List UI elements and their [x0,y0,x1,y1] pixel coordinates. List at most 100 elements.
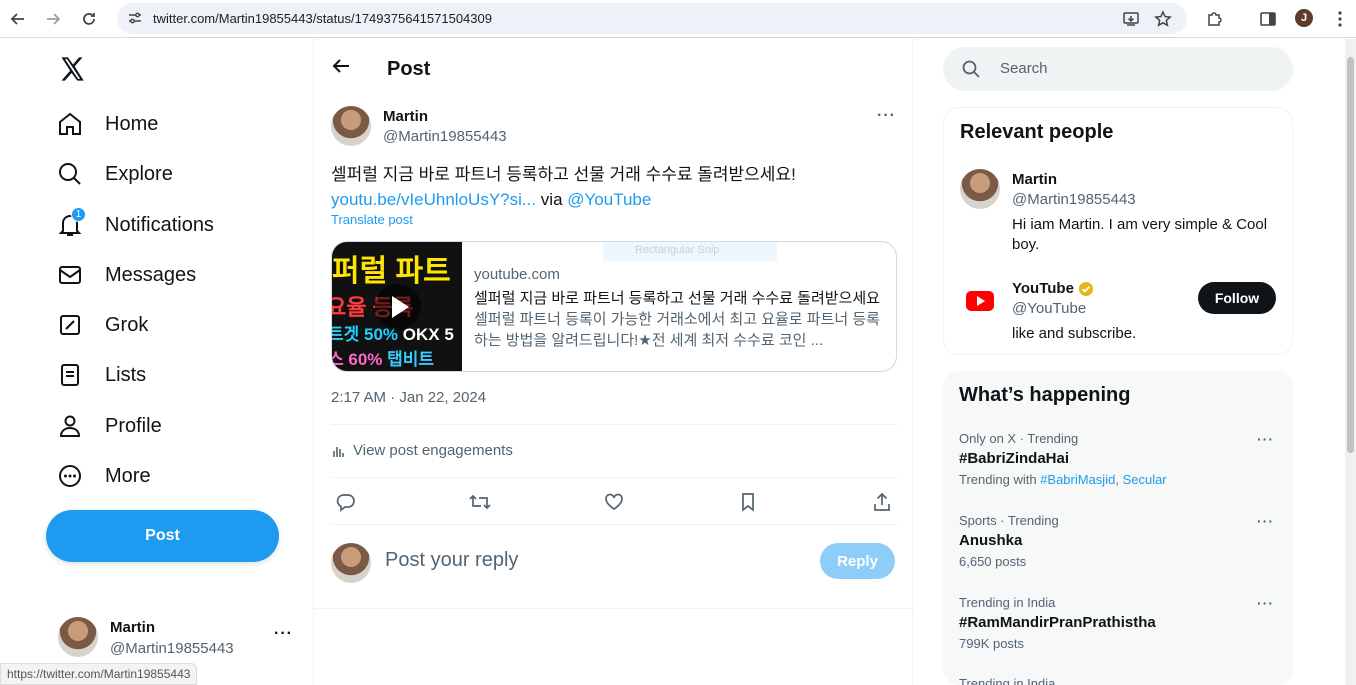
sidebar-item-label: Messages [105,263,197,286]
trend-title: #RamMandirPranPrathistha [959,614,1156,631]
divider [331,524,897,525]
trend-context: Trending in India [959,595,1056,610]
follow-button[interactable]: Follow [1198,282,1276,314]
trend-item[interactable]: Trending in India #RamMandirPranPrathist… [959,595,1279,651]
repost-icon[interactable] [467,489,493,515]
trend-link[interactable]: #BabriMasjid [1040,472,1115,487]
person-name: YouTube [1012,280,1074,297]
sidebar-item-messages[interactable]: Messages [57,257,196,293]
snip-overlay: Rectangular Snip [603,241,777,261]
post-text: 셀퍼럴 지금 바로 파트너 등록하고 선물 거래 수수료 돌려받으세요! you… [331,162,891,212]
translate-link[interactable]: Translate post [331,212,413,227]
bookmark-icon[interactable] [735,489,761,515]
left-sidebar: Home Explore 1 Notifications Messages Gr… [0,39,313,685]
sidebar-item-label: Explore [105,162,173,185]
sidebar-item-label: Home [105,112,159,135]
browser-profile-avatar[interactable]: J [1295,9,1313,27]
card-description: 셀퍼럴 파트너 등록이 가능한 거래소에서 최고 요율로 파트너 등록하는 방법… [474,311,880,349]
notification-badge: 1 [71,207,86,222]
divider [331,424,897,425]
reply-button[interactable]: Reply [820,543,895,579]
site-info-icon[interactable] [127,10,143,26]
person-handle: @YouTube [1012,300,1087,317]
trend-context: Sports · Trending [959,513,1059,528]
panel-title: Relevant people [960,121,1114,143]
play-icon[interactable] [375,284,421,330]
right-sidebar: Search Relevant people Martin @Martin198… [913,39,1345,685]
like-heart-icon[interactable] [601,489,627,515]
url-text: twitter.com/Martin19855443/status/174937… [153,11,492,26]
post-button[interactable]: Post [46,510,279,562]
search-icon [962,60,980,78]
sidebar-item-home[interactable]: Home [57,106,158,142]
post-body: 셀퍼럴 지금 바로 파트너 등록하고 선물 거래 수수료 돌려받으세요! [331,165,796,184]
back-arrow-icon[interactable] [5,6,31,32]
more-circle-icon [57,463,83,489]
post-timestamp[interactable]: 2:17 AM · Jan 22, 2024 [331,389,486,406]
author-name[interactable]: Martin [383,108,428,125]
search-icon [57,161,83,187]
trend-subtitle: 799K posts [959,636,1025,651]
address-bar[interactable]: twitter.com/Martin19855443/status/174937… [117,3,1187,34]
reply-input[interactable]: Post your reply [385,549,518,572]
trend-more-icon[interactable]: ··· [1257,431,1274,447]
mention-link[interactable]: @YouTube [567,190,651,209]
divider [314,608,914,609]
youtube-logo-icon [960,281,1000,321]
trend-item[interactable]: Sports · Trending Anushka 6,650 posts ··… [959,513,1279,569]
sidebar-item-more[interactable]: More [57,458,151,494]
post-link[interactable]: youtu.be/vIeUhnloUsY?si... [331,190,536,209]
person-name: Martin [1012,171,1057,188]
browser-menu-icon[interactable] [1327,6,1353,32]
status-bar-url: https://twitter.com/Martin19855443 [0,663,198,685]
page-title: Post [387,58,431,80]
trend-item[interactable]: Trending in India [959,676,1279,685]
account-more-icon[interactable]: ··· [274,625,293,643]
sidebar-item-label: Grok [105,313,149,336]
trend-more-icon[interactable]: ··· [1257,513,1274,529]
sidebar-item-notifications[interactable]: 1 Notifications [57,207,214,243]
sidebar-item-label: Profile [105,414,162,437]
extensions-puzzle-icon[interactable] [1202,6,1228,32]
avatar [960,169,1000,209]
bell-icon: 1 [57,207,86,238]
trend-title: #BabriZindaHai [959,450,1070,467]
avatar[interactable] [331,106,371,146]
sidebar-item-grok[interactable]: Grok [57,307,148,343]
trend-more-icon[interactable]: ··· [1257,595,1274,611]
install-app-icon[interactable] [1122,10,1140,28]
view-engagements-link[interactable]: View post engagements [331,442,513,459]
twitter-page: Home Explore 1 Notifications Messages Gr… [0,39,1345,685]
search-placeholder: Search [1000,60,1048,77]
share-icon[interactable] [869,489,895,515]
search-input[interactable]: Search [943,47,1293,91]
back-arrow-icon[interactable] [331,56,351,76]
person-bio: like and subscribe. [1012,325,1137,342]
page-scrollbar[interactable] [1345,39,1356,685]
panel-title: What’s happening [959,384,1131,406]
thumbnail-text: 스 60% 탭비트 [332,350,435,369]
sidebar-item-profile[interactable]: Profile [57,408,162,444]
sidebar-item-lists[interactable]: Lists [57,357,146,393]
bookmark-star-icon[interactable] [1154,10,1172,28]
sidebar-item-explore[interactable]: Explore [57,156,173,192]
account-switcher[interactable]: Martin @Martin19855443 ··· [58,615,298,659]
post-more-icon[interactable]: ··· [877,107,896,125]
person-bio: Hi iam Martin. I am very simple & Cool b… [1012,216,1268,253]
person-icon [57,413,83,439]
avatar [331,543,371,583]
whats-happening-panel: What’s happening Only on X · Trending #B… [943,371,1293,685]
x-logo-icon[interactable] [58,55,86,83]
trend-subtitle: Trending with #BabriMasjid, Secular [959,472,1167,487]
author-handle[interactable]: @Martin19855443 [383,128,507,145]
trend-link[interactable]: Secular [1123,472,1167,487]
reply-icon[interactable] [333,489,359,515]
side-panel-icon[interactable] [1255,6,1281,32]
scrollbar-thumb[interactable] [1347,57,1354,453]
forward-arrow-icon[interactable] [40,6,66,32]
trend-subtitle: 6,650 posts [959,554,1027,569]
trend-item[interactable]: Only on X · Trending #BabriZindaHai Tren… [959,431,1279,487]
reload-icon[interactable] [76,6,102,32]
trend-context: Only on X · Trending [959,431,1079,446]
person-name-row: YouTube [1012,280,1094,297]
